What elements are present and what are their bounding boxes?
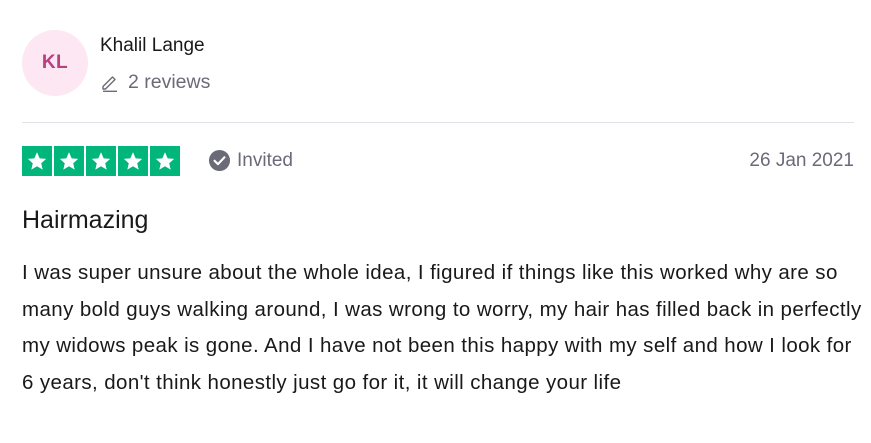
review-text: I was super unsure about the whole idea,… (22, 261, 862, 394)
avatar[interactable]: KL (22, 30, 88, 96)
star-rating (22, 146, 180, 176)
check-circle-icon (208, 149, 231, 172)
star-icon (118, 146, 148, 176)
star-icon (150, 146, 180, 176)
review-card: KL Khalil Lange 2 reviews Invited 26 Jan… (0, 0, 871, 443)
reviews-count-label: 2 reviews (128, 71, 211, 93)
star-icon (86, 146, 116, 176)
consumer-details: Khalil Lange 2 reviews (100, 30, 210, 94)
review-date: 26 Jan 2021 (749, 150, 854, 171)
consumer-review-count: 2 reviews (100, 70, 210, 94)
invited-badge[interactable]: Invited (208, 149, 293, 172)
rating-row: Invited 26 Jan 2021 (22, 146, 854, 178)
pen-icon (100, 72, 120, 92)
star-icon (54, 146, 84, 176)
consumer-name[interactable]: Khalil Lange (100, 35, 210, 57)
invited-label: Invited (237, 149, 293, 171)
consumer-info[interactable]: KL Khalil Lange 2 reviews (22, 30, 210, 96)
review-title[interactable]: Hairmazing (22, 206, 148, 235)
divider (22, 122, 854, 123)
star-icon (22, 146, 52, 176)
